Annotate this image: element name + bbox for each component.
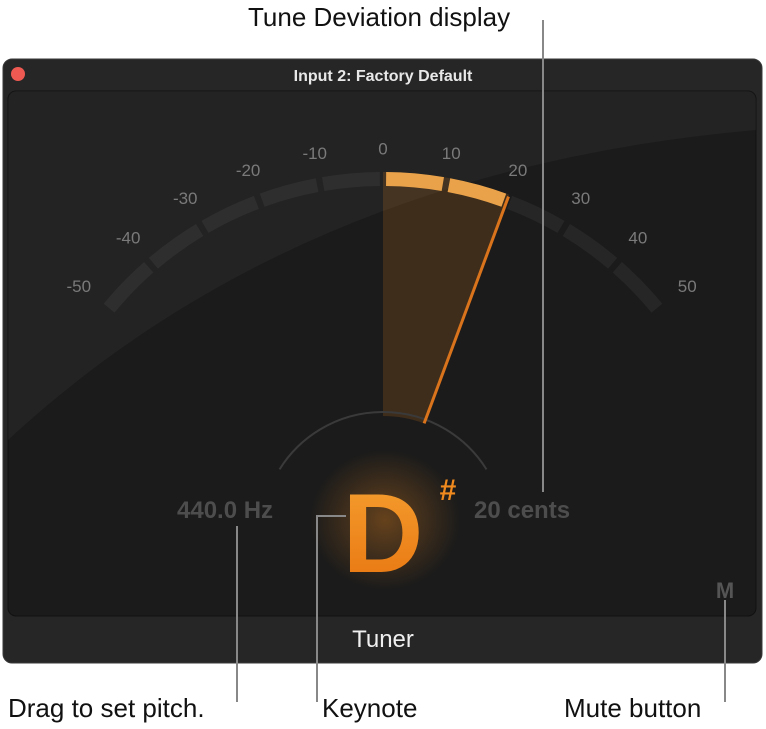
callout-keynote: Keynote bbox=[322, 693, 417, 723]
scale-label: 40 bbox=[628, 228, 647, 247]
scale-label: -40 bbox=[116, 228, 141, 247]
scale-label: 10 bbox=[442, 144, 461, 163]
callout-tune-deviation: Tune Deviation display bbox=[248, 2, 510, 32]
callout-mute: Mute button bbox=[564, 693, 701, 723]
keynote: D bbox=[343, 471, 424, 596]
callout-drag-pitch: Drag to set pitch. bbox=[8, 693, 205, 723]
reference-pitch[interactable]: 440.0 Hz bbox=[177, 497, 273, 524]
deviation-readout: 20 cents bbox=[474, 497, 570, 524]
scale-label: 30 bbox=[571, 189, 590, 208]
mute-button[interactable]: M bbox=[716, 578, 734, 603]
window-title: Input 2: Factory Default bbox=[294, 68, 473, 85]
scale-label: -10 bbox=[302, 144, 327, 163]
scale-label: -50 bbox=[66, 277, 91, 296]
scale-label: -30 bbox=[173, 189, 198, 208]
keynote-accidental: # bbox=[440, 474, 457, 507]
scale-label: 20 bbox=[508, 161, 527, 180]
scale-label: 0 bbox=[378, 139, 387, 158]
scale-label: 50 bbox=[678, 277, 697, 296]
scale-label: -20 bbox=[236, 161, 261, 180]
close-button[interactable] bbox=[11, 67, 25, 81]
footer-title: Tuner bbox=[352, 626, 414, 653]
